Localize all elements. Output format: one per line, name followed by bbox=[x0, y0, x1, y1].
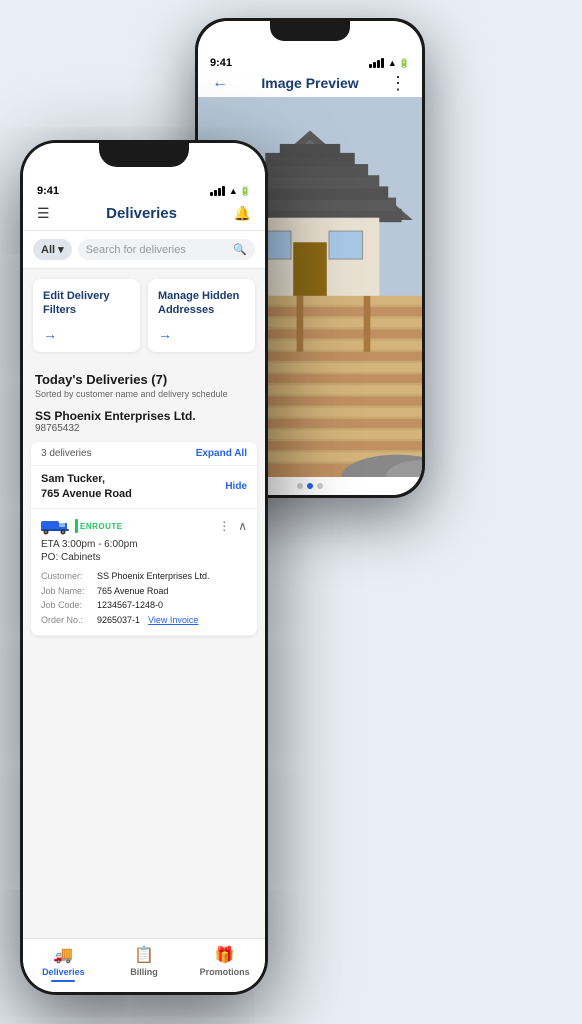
back-header: ← Image Preview ⋮ bbox=[198, 69, 422, 97]
address-line2: 765 Avenue Road bbox=[41, 488, 132, 500]
edit-delivery-filters-card[interactable]: Edit Delivery Filters → bbox=[33, 279, 140, 352]
search-icon: 🔍 bbox=[233, 243, 247, 256]
company-id: 98765432 bbox=[35, 423, 253, 434]
bell-icon[interactable]: 🔔 bbox=[234, 205, 251, 222]
deliveries-header: ☰ Deliveries 🔔 bbox=[23, 197, 265, 231]
back-more-icon[interactable]: ⋮ bbox=[389, 73, 408, 94]
delivery-address: Sam Tucker, 765 Avenue Road bbox=[41, 472, 132, 503]
edit-filters-title: Edit Delivery Filters bbox=[43, 289, 130, 318]
delivery-item-top: ENROUTE ⋮ ∧ bbox=[41, 517, 247, 535]
deliveries-section: Today's Deliveries (7) Sorted by custome… bbox=[23, 362, 265, 938]
nav-active-indicator bbox=[51, 980, 75, 982]
nav-promotions-label: Promotions bbox=[200, 967, 250, 977]
nav-billing[interactable]: 📋 Billing bbox=[104, 945, 185, 982]
customer-label: Customer: bbox=[41, 569, 93, 583]
delivery-more-icon[interactable]: ⋮ bbox=[218, 519, 230, 533]
front-status-bar: 9:41 ▲ 🔋 bbox=[23, 179, 265, 197]
nav-promotions[interactable]: 🎁 Promotions bbox=[184, 945, 265, 982]
job-code-label: Job Code: bbox=[41, 598, 93, 612]
filter-chevron: ▾ bbox=[58, 243, 64, 256]
filter-dropdown[interactable]: All ▾ bbox=[33, 239, 72, 260]
filter-label: All bbox=[41, 244, 55, 256]
detail-job-code: Job Code: 1234567-1248-0 bbox=[41, 598, 247, 612]
hide-button[interactable]: Hide bbox=[225, 481, 247, 492]
bottom-nav: 🚚 Deliveries 📋 Billing 🎁 Promotions bbox=[23, 938, 265, 992]
section-title: Today's Deliveries (7) bbox=[35, 372, 253, 387]
nav-promotions-icon: 🎁 bbox=[215, 945, 235, 965]
nav-deliveries-icon: 🚚 bbox=[53, 945, 73, 965]
search-placeholder: Search for deliveries bbox=[86, 244, 230, 256]
enroute-text: ENROUTE bbox=[80, 522, 123, 531]
customer-value: SS Phoenix Enterprises Ltd. bbox=[97, 569, 210, 583]
company-name: SS Phoenix Enterprises Ltd. bbox=[35, 409, 253, 423]
delivery-address-row: Sam Tucker, 765 Avenue Road Hide bbox=[31, 466, 257, 510]
deliveries-count: 3 deliveries bbox=[41, 448, 92, 459]
back-status-time: 9:41 bbox=[210, 57, 232, 69]
nav-billing-label: Billing bbox=[130, 967, 158, 977]
delivery-item-actions: ⋮ ∧ bbox=[218, 519, 247, 533]
menu-icon[interactable]: ☰ bbox=[37, 205, 50, 222]
dot-3 bbox=[317, 483, 323, 489]
truck-icon bbox=[41, 517, 69, 535]
front-phone: 9:41 ▲ 🔋 ☰ Deliveries 🔔 All ▾ bbox=[20, 140, 268, 995]
manage-hidden-addresses-card[interactable]: Manage Hidden Addresses → bbox=[148, 279, 255, 352]
view-invoice-link[interactable]: View Invoice bbox=[148, 613, 198, 627]
dot-1 bbox=[297, 483, 303, 489]
address-line1: Sam Tucker, bbox=[41, 473, 105, 485]
order-no-label: Order No.: bbox=[41, 613, 93, 627]
expand-all-button[interactable]: Expand All bbox=[196, 448, 247, 459]
manage-addresses-arrow: → bbox=[158, 326, 245, 342]
nav-billing-icon: 📋 bbox=[134, 945, 154, 965]
detail-job-name: Job Name: 765 Avenue Road bbox=[41, 584, 247, 598]
job-name-label: Job Name: bbox=[41, 584, 93, 598]
nav-deliveries[interactable]: 🚚 Deliveries bbox=[23, 945, 104, 982]
front-notch bbox=[99, 143, 189, 167]
detail-order-no: Order No.: 9265037-1 View Invoice bbox=[41, 613, 247, 627]
company-block: SS Phoenix Enterprises Ltd. 98765432 bbox=[23, 401, 265, 442]
back-arrow-button[interactable]: ← bbox=[212, 74, 228, 92]
nav-deliveries-label: Deliveries bbox=[42, 967, 85, 977]
front-status-time: 9:41 bbox=[37, 185, 59, 197]
job-name-value: 765 Avenue Road bbox=[97, 584, 168, 598]
enroute-badge: ENROUTE bbox=[75, 519, 123, 533]
delivery-po: PO: Cabinets bbox=[41, 552, 247, 563]
section-header: Today's Deliveries (7) Sorted by custome… bbox=[23, 362, 265, 401]
front-notch-area bbox=[23, 143, 265, 179]
delivery-card: 3 deliveries Expand All Sam Tucker, 765 … bbox=[31, 442, 257, 636]
delivery-details: Customer: SS Phoenix Enterprises Ltd. Jo… bbox=[41, 569, 247, 627]
front-status-icons: ▲ 🔋 bbox=[210, 186, 251, 197]
enroute-bar bbox=[75, 519, 78, 533]
delivery-eta: ETA 3:00pm - 6:00pm bbox=[41, 539, 247, 550]
search-input-wrapper[interactable]: Search for deliveries 🔍 bbox=[78, 239, 255, 260]
dot-2 bbox=[307, 483, 313, 489]
order-no-value: 9265037-1 bbox=[97, 613, 140, 627]
delivery-collapse-icon[interactable]: ∧ bbox=[238, 519, 247, 533]
header-title: Deliveries bbox=[106, 205, 177, 222]
back-header-title: Image Preview bbox=[261, 75, 358, 91]
delivery-item: ENROUTE ⋮ ∧ ETA 3:00pm - 6:00pm PO: Cabi… bbox=[31, 509, 257, 636]
job-code-value: 1234567-1248-0 bbox=[97, 598, 163, 612]
back-status-icons: ▲ 🔋 bbox=[369, 58, 410, 69]
back-notch bbox=[270, 21, 350, 41]
action-cards: Edit Delivery Filters → Manage Hidden Ad… bbox=[23, 269, 265, 362]
delivery-card-header: 3 deliveries Expand All bbox=[31, 442, 257, 466]
section-subtitle: Sorted by customer name and delivery sch… bbox=[35, 389, 253, 399]
search-bar: All ▾ Search for deliveries 🔍 bbox=[23, 231, 265, 269]
manage-addresses-title: Manage Hidden Addresses bbox=[158, 289, 245, 318]
edit-filters-arrow: → bbox=[43, 326, 130, 342]
detail-customer: Customer: SS Phoenix Enterprises Ltd. bbox=[41, 569, 247, 583]
